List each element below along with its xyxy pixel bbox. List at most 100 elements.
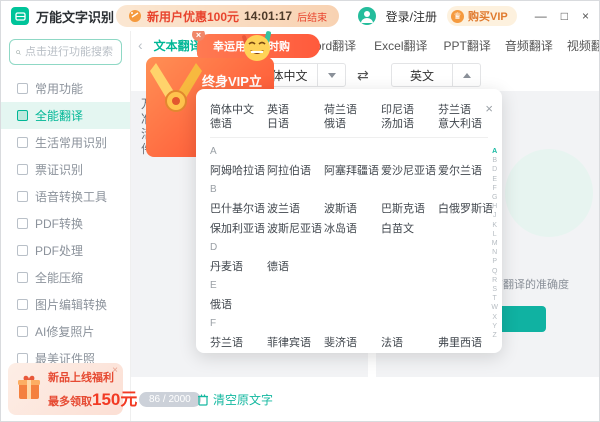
index-letter[interactable]: W <box>491 303 498 312</box>
language-option[interactable]: 简体中文 <box>210 101 267 115</box>
sidebar-item[interactable]: AI修复照片 <box>1 318 130 345</box>
search-input[interactable] <box>25 46 115 58</box>
index-letter[interactable]: H <box>492 202 497 211</box>
sidebar-item[interactable]: 票证识别 <box>1 156 130 183</box>
promo-close-icon[interactable]: × <box>112 365 118 376</box>
language-option[interactable]: 印尼语 <box>381 101 438 115</box>
index-letter[interactable]: R <box>492 276 497 285</box>
language-option[interactable]: 阿塞拜疆语 <box>324 162 381 176</box>
maximize-button[interactable]: □ <box>561 9 568 23</box>
index-letter[interactable]: J <box>493 211 497 220</box>
index-letter[interactable]: X <box>492 313 497 322</box>
index-letter[interactable]: K <box>492 221 497 230</box>
language-option[interactable]: 爱尔兰语 <box>438 162 495 176</box>
language-option[interactable]: 波兰语 <box>267 200 324 214</box>
sidebar-item[interactable]: PDF转换 <box>1 210 130 237</box>
avatar[interactable] <box>358 7 376 25</box>
language-option[interactable]: 波斯语 <box>324 200 381 214</box>
sidebar-item[interactable]: 语音转换工具 <box>1 183 130 210</box>
buy-vip-label: 购买VIP <box>468 8 508 24</box>
translate-icon <box>17 110 28 121</box>
sidebar-promo-card[interactable]: × 新品上线福利 最多领取150元 <box>8 363 123 415</box>
tab-视频翻译[interactable]: 视频翻译 <box>567 37 600 54</box>
swap-languages-icon[interactable]: ⇄ <box>357 67 369 84</box>
image-edit-icon <box>17 299 28 310</box>
buy-vip-button[interactable]: ♛ 购买VIP <box>447 6 517 26</box>
language-option[interactable]: 斐济语 <box>324 334 381 348</box>
language-option[interactable]: 法语 <box>381 334 438 348</box>
editor-bottombar: 86 / 2000 清空原文字 <box>131 377 599 421</box>
language-option[interactable]: 德语 <box>267 258 324 272</box>
sidebar-item-label: 票证识别 <box>35 161 83 178</box>
language-option[interactable]: 德语 <box>210 115 267 129</box>
sidebar-item-label: PDF处理 <box>35 242 83 259</box>
index-letter[interactable]: F <box>493 184 497 193</box>
language-option[interactable]: 汤加语 <box>381 115 438 129</box>
index-letter[interactable]: P <box>492 257 497 266</box>
tab-音频翻译[interactable]: 音频翻译 <box>505 37 553 54</box>
login-register-link[interactable]: 登录/注册 <box>386 8 437 25</box>
sidebar-item[interactable]: 常用功能 <box>1 75 130 102</box>
index-letter[interactable]: T <box>493 294 497 303</box>
sidebar-item[interactable]: 全能翻译 <box>1 102 130 129</box>
language-option[interactable]: 菲律宾语 <box>267 334 324 348</box>
index-letter[interactable]: S <box>492 285 497 294</box>
close-button[interactable]: × <box>582 9 589 23</box>
language-option[interactable]: 日语 <box>267 115 324 129</box>
language-option[interactable]: 丹麦语 <box>210 258 267 272</box>
medal-icon <box>150 61 202 120</box>
tab-Excel翻译[interactable]: Excel翻译 <box>374 37 427 54</box>
sidebar-item[interactable]: 图片编辑转换 <box>1 291 130 318</box>
panel-close-icon[interactable]: × <box>485 101 493 116</box>
index-letter[interactable]: Q <box>492 267 497 276</box>
sidebar-item-label: PDF转换 <box>35 215 83 232</box>
language-option[interactable]: 意大利语 <box>438 115 495 129</box>
language-option[interactable]: 阿姆哈拉语 <box>210 162 267 176</box>
language-option[interactable]: 阿拉伯语 <box>267 162 324 176</box>
language-option[interactable]: 波斯尼亚语 <box>267 220 324 234</box>
index-letter[interactable]: Z <box>493 331 497 340</box>
index-letter[interactable]: D <box>492 165 497 174</box>
target-language-select[interactable]: 英文 <box>391 63 481 87</box>
language-option[interactable]: 芬兰语 <box>210 334 267 348</box>
language-option[interactable]: 俄语 <box>210 296 267 310</box>
language-option[interactable]: 荷兰语 <box>324 101 381 115</box>
language-option[interactable]: 冰岛语 <box>324 220 381 234</box>
tabs-scroll-left-icon[interactable]: ‹ <box>131 37 148 53</box>
clear-source-button[interactable]: 清空原文字 <box>197 391 273 408</box>
sidebar-item-label: 全能压缩 <box>35 269 83 286</box>
language-option[interactable]: 巴斯克语 <box>381 200 438 214</box>
language-option[interactable]: 保加利亚语 <box>210 220 267 234</box>
language-option[interactable]: 白苗文 <box>381 220 438 234</box>
language-option[interactable]: 俄语 <box>324 115 381 129</box>
sidebar-item[interactable]: PDF处理 <box>1 237 130 264</box>
language-option[interactable]: 爱沙尼亚语 <box>381 162 438 176</box>
new-user-banner[interactable]: 新用户优惠100元 14:01:17 后结束 <box>116 5 339 27</box>
tab-PPT翻译[interactable]: PPT翻译 <box>444 37 491 54</box>
language-section-grid: 阿姆哈拉语阿拉伯语阿塞拜疆语爱沙尼亚语爱尔兰语 <box>210 162 502 176</box>
language-section-grid: 丹麦语德语 <box>210 258 502 272</box>
index-letter[interactable]: E <box>492 175 497 184</box>
sidebar-item[interactable]: 全能压缩 <box>1 264 130 291</box>
index-letter[interactable]: G <box>492 193 497 202</box>
language-option[interactable]: 弗里西语 <box>438 334 495 348</box>
audio-icon <box>17 191 28 202</box>
index-letter[interactable]: N <box>492 248 497 257</box>
language-option[interactable]: 白俄罗斯语 <box>438 200 495 214</box>
titlebar: 万能文字识别 新用户优惠100元 14:01:17 后结束 登录/注册 ♛ 购买… <box>1 1 599 31</box>
index-letter[interactable]: M <box>492 239 498 248</box>
camera-icon <box>17 137 28 148</box>
sidebar-item[interactable]: 生活常用识别 <box>1 129 130 156</box>
language-option[interactable]: 巴什基尔语 <box>210 200 267 214</box>
target-language-caret[interactable] <box>452 64 480 86</box>
language-dropdown-panel: × 简体中文英语荷兰语印尼语芬兰语德语日语俄语汤加语意大利语 A阿姆哈拉语阿拉伯… <box>196 89 502 353</box>
language-option[interactable]: 英语 <box>267 101 324 115</box>
index-letter[interactable]: Y <box>492 322 497 331</box>
minimize-button[interactable]: — <box>535 9 547 23</box>
function-search-box[interactable] <box>9 39 122 65</box>
banner-offer-text: 新用户优惠100元 <box>147 8 239 25</box>
index-letter[interactable]: B <box>492 156 497 165</box>
source-language-caret[interactable] <box>317 64 345 86</box>
index-letter[interactable]: A <box>492 147 497 156</box>
index-letter[interactable]: L <box>493 230 497 239</box>
